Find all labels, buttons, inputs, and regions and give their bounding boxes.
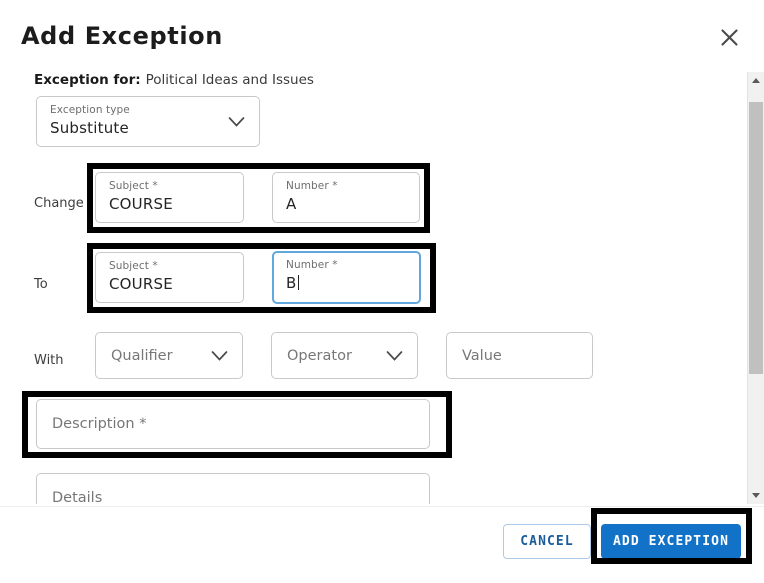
details-placeholder: Details bbox=[52, 490, 103, 504]
to-number-input[interactable]: Number * B bbox=[272, 251, 421, 304]
change-subject-input[interactable]: Subject * COURSE bbox=[95, 172, 244, 223]
value-placeholder: Value bbox=[462, 347, 502, 364]
to-subject-input[interactable]: Subject * COURSE bbox=[95, 252, 244, 303]
operator-select[interactable]: Operator bbox=[271, 332, 418, 379]
close-icon[interactable] bbox=[712, 20, 746, 54]
exception-for-line: Exception for: Political Ideas and Issues bbox=[34, 72, 314, 88]
scroll-down-arrow-icon[interactable] bbox=[748, 487, 764, 504]
change-number-input[interactable]: Number * A bbox=[272, 172, 420, 223]
vertical-scrollbar[interactable] bbox=[747, 72, 764, 504]
exception-for-label: Exception for: bbox=[34, 72, 141, 88]
add-exception-button[interactable]: ADD EXCEPTION bbox=[601, 524, 741, 559]
row-label-change: Change bbox=[34, 196, 84, 211]
to-subject-label: Subject * bbox=[109, 260, 158, 272]
scrollbar-thumb[interactable] bbox=[749, 102, 763, 374]
qualifier-select[interactable]: Qualifier bbox=[95, 332, 243, 379]
to-number-value: B bbox=[286, 274, 297, 292]
dialog-title: Add Exception bbox=[21, 22, 223, 50]
change-subject-value: COURSE bbox=[109, 195, 173, 213]
cancel-button[interactable]: CANCEL bbox=[503, 524, 591, 559]
to-number-label: Number * bbox=[286, 259, 338, 271]
change-number-label: Number * bbox=[286, 180, 338, 192]
dialog-scroll-body: Exception for: Political Ideas and Issues… bbox=[0, 62, 764, 504]
details-input[interactable]: Details bbox=[36, 473, 430, 504]
exception-for-value: Political Ideas and Issues bbox=[145, 72, 314, 88]
value-input[interactable]: Value bbox=[446, 332, 593, 379]
add-exception-dialog: Add Exception Exception for: Political Id… bbox=[0, 0, 764, 583]
row-label-to: To bbox=[34, 277, 48, 292]
exception-type-value: Substitute bbox=[50, 119, 129, 137]
qualifier-placeholder: Qualifier bbox=[111, 347, 173, 364]
dialog-footer: CANCEL ADD EXCEPTION bbox=[0, 506, 764, 583]
chevron-down-icon bbox=[386, 350, 403, 361]
row-label-with: With bbox=[34, 353, 64, 368]
exception-type-label: Exception type bbox=[50, 104, 130, 116]
text-cursor bbox=[297, 275, 299, 290]
chevron-down-icon bbox=[211, 350, 228, 361]
change-number-value: A bbox=[286, 195, 297, 213]
to-number-value-wrap: B bbox=[286, 274, 299, 292]
description-input[interactable]: Description * bbox=[36, 399, 430, 449]
scroll-up-arrow-icon[interactable] bbox=[748, 72, 764, 89]
change-subject-label: Subject * bbox=[109, 180, 158, 192]
chevron-down-icon bbox=[228, 116, 245, 127]
exception-type-select[interactable]: Exception type Substitute bbox=[36, 96, 260, 147]
operator-placeholder: Operator bbox=[287, 347, 352, 364]
description-placeholder: Description * bbox=[52, 416, 147, 432]
to-subject-value: COURSE bbox=[109, 275, 173, 293]
